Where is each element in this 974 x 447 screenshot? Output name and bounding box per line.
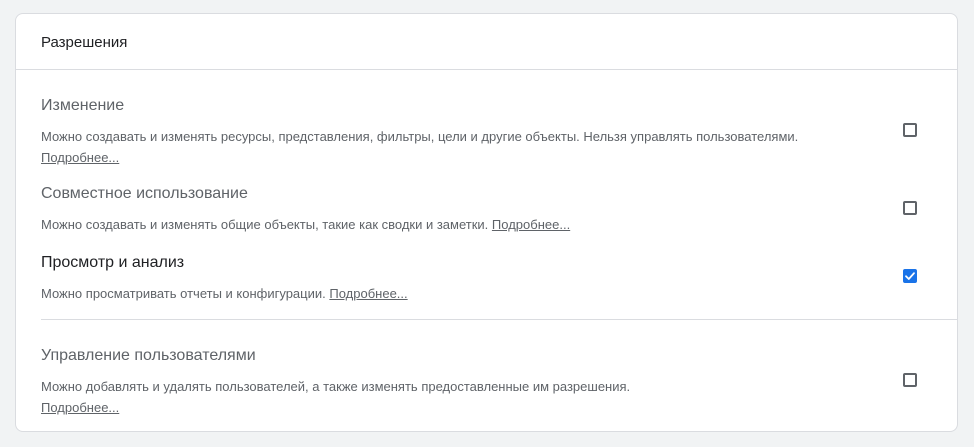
permission-manage-users-description: Можно добавлять и удалять пользователей,… xyxy=(41,376,801,418)
permission-manage-users-checkbox[interactable] xyxy=(903,373,917,387)
permission-share: Совместное использование Можно создавать… xyxy=(41,184,934,235)
card-header: Разрешения xyxy=(16,14,957,70)
permission-share-description: Можно создавать и изменять общие объекты… xyxy=(41,214,801,235)
permission-view-description-text: Можно просматривать отчеты и конфигураци… xyxy=(41,286,326,301)
permission-manage-users-title: Управление пользователями xyxy=(41,347,256,364)
permission-view: Просмотр и анализ Можно просматривать от… xyxy=(41,253,934,304)
permission-edit-description-text: Можно создавать и изменять ресурсы, пред… xyxy=(41,129,799,144)
permission-manage-users-description-text: Можно добавлять и удалять пользователей,… xyxy=(41,379,631,394)
checkmark-icon xyxy=(905,272,915,280)
permission-edit-learn-more-link[interactable]: Подробнее... xyxy=(41,150,119,165)
permission-edit: Изменение Можно создавать и изменять рес… xyxy=(41,96,934,168)
permission-view-description: Можно просматривать отчеты и конфигураци… xyxy=(41,283,801,304)
permissions-card: Разрешения Изменение Можно создавать и и… xyxy=(15,13,958,432)
permission-edit-description: Можно создавать и изменять ресурсы, пред… xyxy=(41,126,801,168)
section-divider xyxy=(41,319,957,320)
permission-share-description-text: Можно создавать и изменять общие объекты… xyxy=(41,217,489,232)
permission-view-title: Просмотр и анализ xyxy=(41,254,185,271)
permission-view-learn-more-link[interactable]: Подробнее... xyxy=(329,286,407,301)
permission-manage-users-learn-more-link[interactable]: Подробнее... xyxy=(41,400,119,415)
permission-share-title: Совместное использование xyxy=(41,185,248,202)
card-title: Разрешения xyxy=(41,34,128,51)
permission-share-learn-more-link[interactable]: Подробнее... xyxy=(492,217,570,232)
permission-share-checkbox[interactable] xyxy=(903,201,917,215)
permission-edit-title: Изменение xyxy=(41,97,125,114)
permission-view-checkbox[interactable] xyxy=(903,269,917,283)
permission-manage-users: Управление пользователями Можно добавлят… xyxy=(41,346,934,418)
permission-edit-checkbox[interactable] xyxy=(903,123,917,137)
